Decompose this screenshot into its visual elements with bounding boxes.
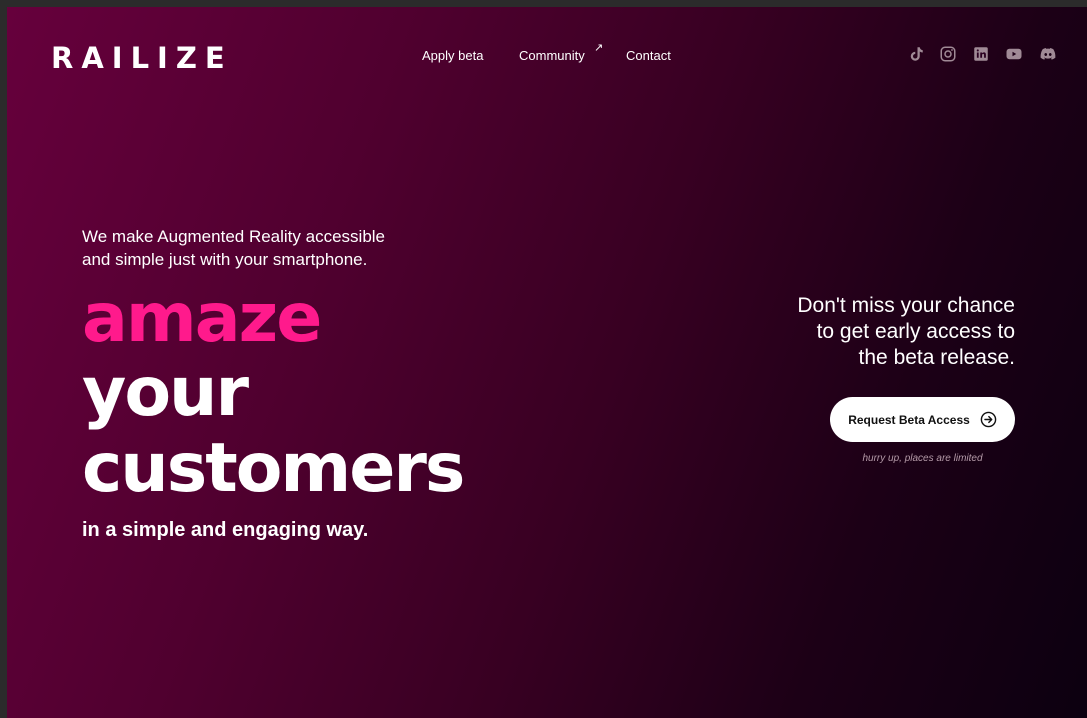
cta-pitch: Don't miss your chance to get early acce…: [715, 293, 1015, 371]
pitch-line-2: to get early access to: [816, 320, 1015, 343]
nav-item-apply-beta[interactable]: Apply beta: [422, 48, 483, 63]
linkedin-icon[interactable]: [972, 45, 990, 63]
brand-logo[interactable]: RAILIZE: [51, 41, 233, 75]
arrow-right-circle-icon: [980, 411, 997, 428]
headline-line-3: customers: [82, 429, 465, 508]
request-beta-access-button[interactable]: Request Beta Access: [830, 397, 1015, 442]
tagline-line-2: and simple just with your smartphone.: [82, 250, 368, 269]
nav-item-contact[interactable]: Contact: [626, 48, 671, 63]
instagram-icon[interactable]: [939, 45, 957, 63]
tiktok-icon[interactable]: [907, 45, 925, 63]
button-label: Request Beta Access: [848, 412, 970, 427]
nav-item-label: Community: [519, 48, 585, 63]
headline-line-2: your: [82, 353, 249, 432]
pitch-line-1: Don't miss your chance: [797, 294, 1015, 317]
discord-icon[interactable]: [1039, 45, 1057, 63]
nav-item-community[interactable]: Community ↗: [519, 42, 603, 63]
headline-accent: amaze: [82, 279, 322, 358]
page-frame: RAILIZE Apply beta Community ↗ Contact W…: [7, 7, 1087, 718]
youtube-icon[interactable]: [1005, 45, 1023, 63]
arrow-up-right-icon: ↗: [594, 42, 604, 54]
cta-hint: hurry up, places are limited: [862, 453, 983, 464]
hero-subline: in a simple and engaging way.: [82, 519, 369, 541]
tagline-line-1: We make Augmented Reality accessible: [82, 227, 386, 246]
pitch-line-3: the beta release.: [858, 346, 1015, 369]
hero-tagline: We make Augmented Reality accessible and…: [82, 225, 442, 271]
